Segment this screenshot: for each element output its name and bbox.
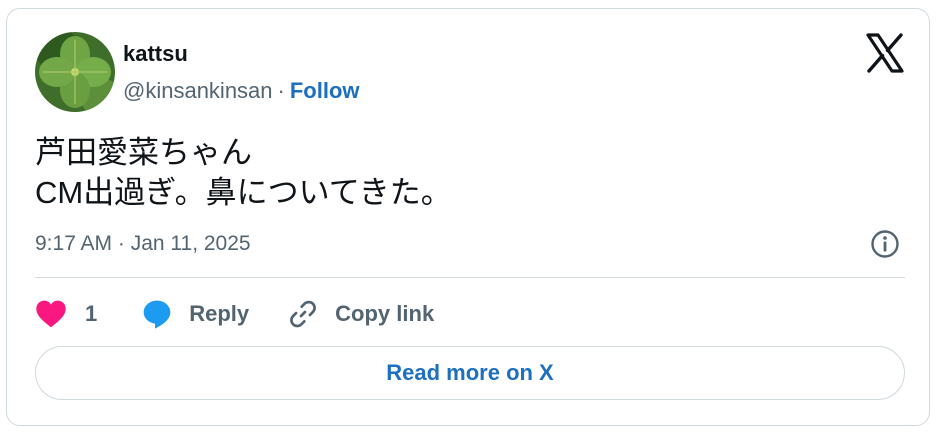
author-handle[interactable]: @kinsankinsan bbox=[123, 78, 273, 103]
link-icon bbox=[290, 300, 317, 328]
info-icon[interactable] bbox=[869, 228, 901, 260]
tweet-text-line: CM出過ぎ。鼻についてきた。 bbox=[35, 175, 452, 210]
action-bar: 1 Reply Copy link bbox=[35, 294, 434, 334]
author-handle-row: @kinsankinsan · Follow bbox=[123, 77, 360, 105]
tweet-text-line: 芦田愛菜ちゃん bbox=[35, 135, 252, 170]
like-count: 1 bbox=[85, 301, 98, 326]
tweet-text: 芦田愛菜ちゃん CM出過ぎ。鼻についてきた。 bbox=[35, 133, 452, 213]
tweet-timestamp[interactable]: 9:17 AM · Jan 11, 2025 bbox=[35, 229, 251, 259]
copy-link-button[interactable]: Copy link bbox=[287, 298, 434, 330]
reply-button[interactable]: Reply bbox=[141, 298, 249, 330]
author-name[interactable]: kattsu bbox=[123, 41, 188, 67]
copy-link-label: Copy link bbox=[335, 301, 435, 326]
speech-bubble-icon bbox=[143, 300, 171, 329]
tweet-embed-card: kattsu @kinsankinsan · Follow 芦田愛菜ちゃん CM出過… bbox=[6, 8, 930, 426]
read-more-label: Read more on X bbox=[386, 360, 554, 385]
divider bbox=[35, 277, 905, 278]
handle-separator: · bbox=[277, 78, 285, 103]
like-button[interactable]: 1 bbox=[35, 299, 97, 329]
x-logo-icon[interactable] bbox=[865, 33, 905, 73]
read-more-button[interactable]: Read more on X bbox=[35, 346, 905, 400]
reply-label: Reply bbox=[189, 301, 250, 326]
follow-link[interactable]: Follow bbox=[290, 78, 360, 103]
avatar[interactable] bbox=[35, 32, 115, 112]
heart-icon bbox=[36, 300, 66, 328]
